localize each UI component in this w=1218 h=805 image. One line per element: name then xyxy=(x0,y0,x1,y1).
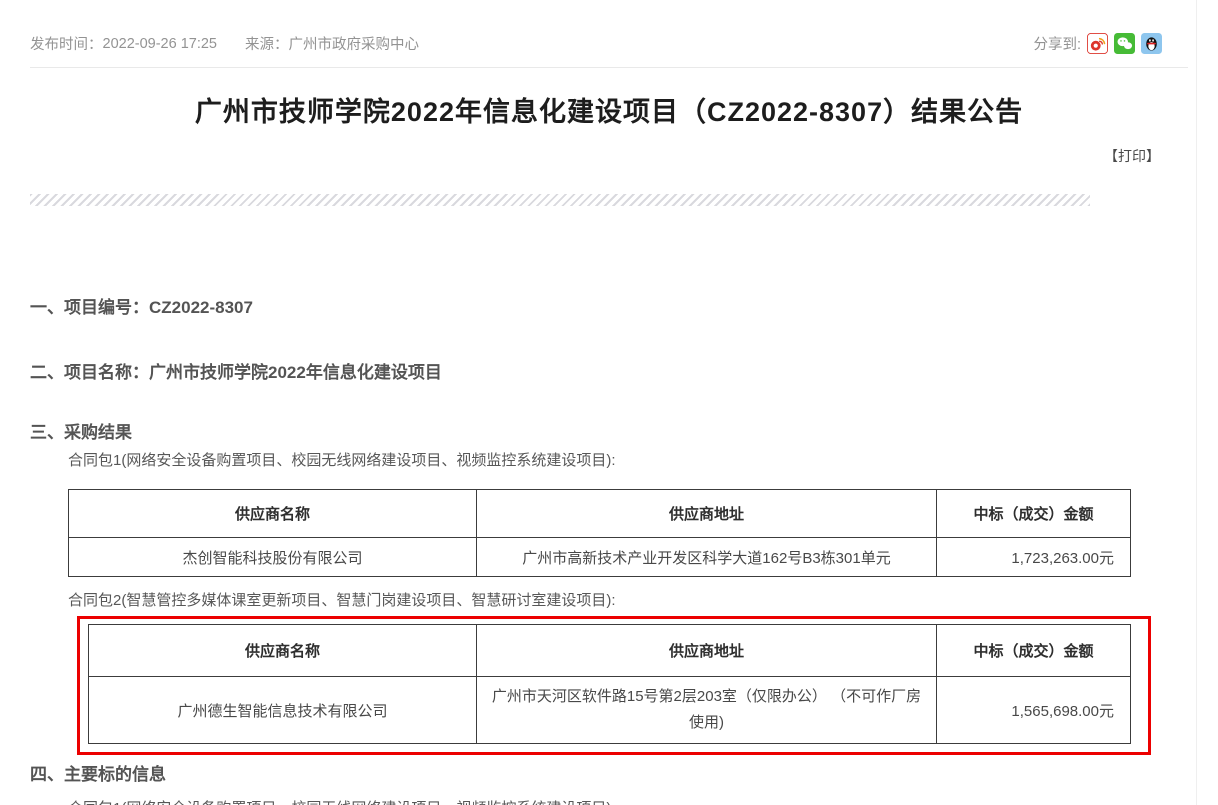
section-project-name: 二、项目名称：广州市技师学院2022年信息化建设项目 xyxy=(30,358,442,383)
section-procurement-result: 三、采购结果 xyxy=(30,418,132,443)
supplier-address-header: 供应商地址 xyxy=(477,490,937,538)
source-label: 来源： xyxy=(245,33,289,54)
section-project-number: 一、项目编号：CZ2022-8307 xyxy=(30,293,253,318)
package1-result-table: 供应商名称 供应商地址 中标（成交）金额 杰创智能科技股份有限公司 广州市高新技… xyxy=(68,489,1131,577)
table-header-row: 供应商名称 供应商地址 中标（成交）金额 xyxy=(69,490,1131,538)
supplier-name-cell: 杰创智能科技股份有限公司 xyxy=(69,538,477,577)
supplier-name-cell: 广州德生智能信息技术有限公司 xyxy=(89,677,477,744)
print-button[interactable]: 【打印】 xyxy=(1104,146,1160,166)
package2-intro: 合同包2(智慧管控多媒体课室更新项目、智慧门岗建设项目、智慧研讨室建设项目): xyxy=(68,589,616,610)
supplier-address-header: 供应商地址 xyxy=(477,625,937,677)
award-amount-header: 中标（成交）金额 xyxy=(937,625,1131,677)
section-main-subject-info: 四、主要标的信息 xyxy=(30,760,166,785)
clipped-bottom-line: 合同包1(网络安全设备购置项目、校园无线网络建设项目、视频监控系统建设项目): xyxy=(68,797,616,805)
supplier-name-header: 供应商名称 xyxy=(69,490,477,538)
supplier-address-cell: 广州市天河区软件路15号第2层203室（仅限办公） （不可作厂房使用) xyxy=(477,677,937,744)
package2-result-table: 供应商名称 供应商地址 中标（成交）金额 广州德生智能信息技术有限公司 广州市天… xyxy=(88,624,1131,744)
share-bar: 分享到: xyxy=(1033,33,1162,54)
meta-bar: 发布时间： 2022-09-26 17:25 来源： 广州市政府采购中心 分享到… xyxy=(30,33,1162,54)
table-row: 杰创智能科技股份有限公司 广州市高新技术产业开发区科学大道162号B3栋301单… xyxy=(69,538,1131,577)
announcement-page: 发布时间： 2022-09-26 17:25 来源： 广州市政府采购中心 分享到… xyxy=(0,0,1218,805)
table-header-row: 供应商名称 供应商地址 中标（成交）金额 xyxy=(89,625,1131,677)
weibo-share-icon[interactable] xyxy=(1087,33,1108,54)
wechat-share-icon[interactable] xyxy=(1114,33,1135,54)
share-label: 分享到: xyxy=(1033,33,1081,54)
hatched-divider xyxy=(30,194,1090,206)
supplier-name-header: 供应商名称 xyxy=(89,625,477,677)
publish-time-label: 发布时间： xyxy=(30,33,103,54)
publish-time-value: 2022-09-26 17:25 xyxy=(103,36,218,52)
header-divider xyxy=(30,67,1188,68)
source-value: 广州市政府采购中心 xyxy=(289,33,420,54)
award-amount-cell: 1,723,263.00元 xyxy=(937,538,1131,577)
award-amount-header: 中标（成交）金额 xyxy=(937,490,1131,538)
supplier-address-cell: 广州市高新技术产业开发区科学大道162号B3栋301单元 xyxy=(477,538,937,577)
publish-info: 发布时间： 2022-09-26 17:25 来源： 广州市政府采购中心 xyxy=(30,33,419,54)
award-amount-cell: 1,565,698.00元 xyxy=(937,677,1131,744)
table-row: 广州德生智能信息技术有限公司 广州市天河区软件路15号第2层203室（仅限办公）… xyxy=(89,677,1131,744)
qq-share-icon[interactable] xyxy=(1141,33,1162,54)
page-title: 广州市技师学院2022年信息化建设项目（CZ2022-8307）结果公告 xyxy=(0,90,1218,129)
package1-intro: 合同包1(网络安全设备购置项目、校园无线网络建设项目、视频监控系统建设项目): xyxy=(68,449,616,470)
